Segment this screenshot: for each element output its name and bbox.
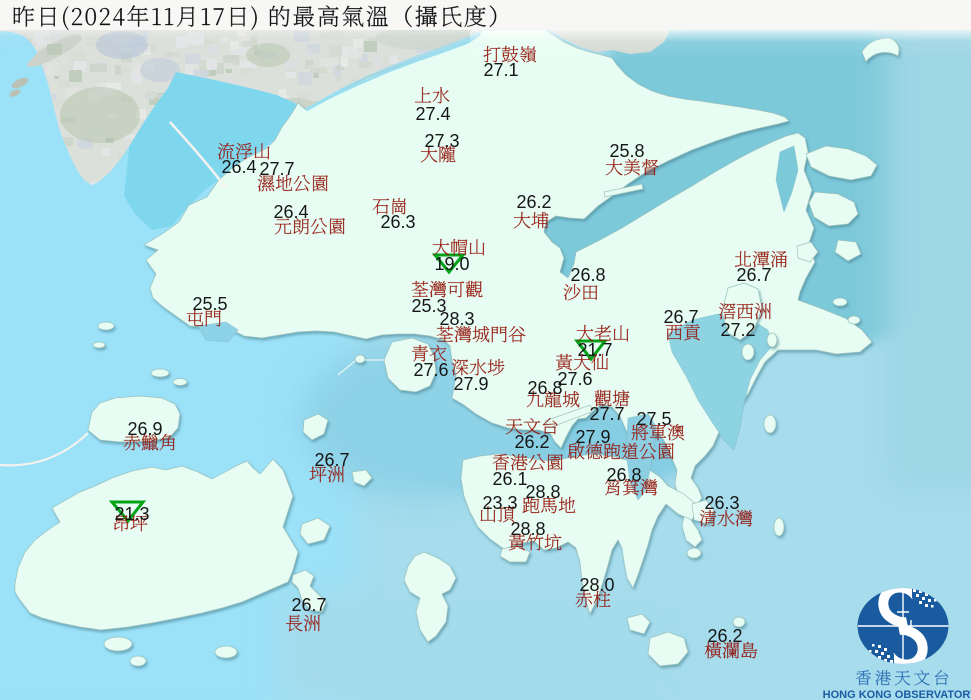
- svg-text:28.3: 28.3: [439, 309, 474, 329]
- svg-text:26.1: 26.1: [492, 469, 527, 489]
- svg-text:25.8: 25.8: [609, 141, 644, 161]
- svg-text:27.2: 27.2: [720, 320, 755, 340]
- svg-text:26.2: 26.2: [514, 432, 549, 452]
- svg-text:27.3: 27.3: [424, 131, 459, 151]
- svg-text:26.4: 26.4: [273, 202, 308, 222]
- svg-text:28.8: 28.8: [510, 519, 545, 539]
- svg-text:28.8: 28.8: [525, 482, 560, 502]
- svg-text:26.9: 26.9: [127, 419, 162, 439]
- svg-text:19.0: 19.0: [434, 254, 469, 274]
- svg-text:27.4: 27.4: [415, 104, 450, 124]
- svg-text:26.7: 26.7: [314, 450, 349, 470]
- svg-text:23.3: 23.3: [482, 493, 517, 513]
- svg-text:27.5: 27.5: [636, 409, 671, 429]
- svg-text:26.2: 26.2: [516, 192, 551, 212]
- svg-text:27.7: 27.7: [589, 404, 624, 424]
- svg-text:21.3: 21.3: [114, 504, 149, 524]
- svg-text:26.2: 26.2: [707, 626, 742, 646]
- svg-text:26.7: 26.7: [663, 307, 698, 327]
- svg-text:27.1: 27.1: [483, 60, 518, 80]
- svg-text:26.3: 26.3: [704, 493, 739, 513]
- svg-text:26.3: 26.3: [380, 212, 415, 232]
- svg-text:27.9: 27.9: [575, 427, 610, 447]
- svg-text:27.6: 27.6: [413, 360, 448, 380]
- svg-text:26.7: 26.7: [736, 265, 771, 285]
- svg-text:26.4: 26.4: [221, 157, 256, 177]
- svg-text:27.6: 27.6: [557, 369, 592, 389]
- svg-text:26.8: 26.8: [570, 265, 605, 285]
- svg-text:HONG KONG OBSERVATORY: HONG KONG OBSERVATORY: [823, 689, 971, 700]
- svg-text:26.8: 26.8: [606, 465, 641, 485]
- svg-text:27.7: 27.7: [259, 159, 294, 179]
- svg-text:28.0: 28.0: [579, 575, 614, 595]
- svg-text:27.9: 27.9: [453, 374, 488, 394]
- svg-text:26.7: 26.7: [291, 595, 326, 615]
- svg-text:26.8: 26.8: [527, 378, 562, 398]
- svg-text:25.5: 25.5: [192, 294, 227, 314]
